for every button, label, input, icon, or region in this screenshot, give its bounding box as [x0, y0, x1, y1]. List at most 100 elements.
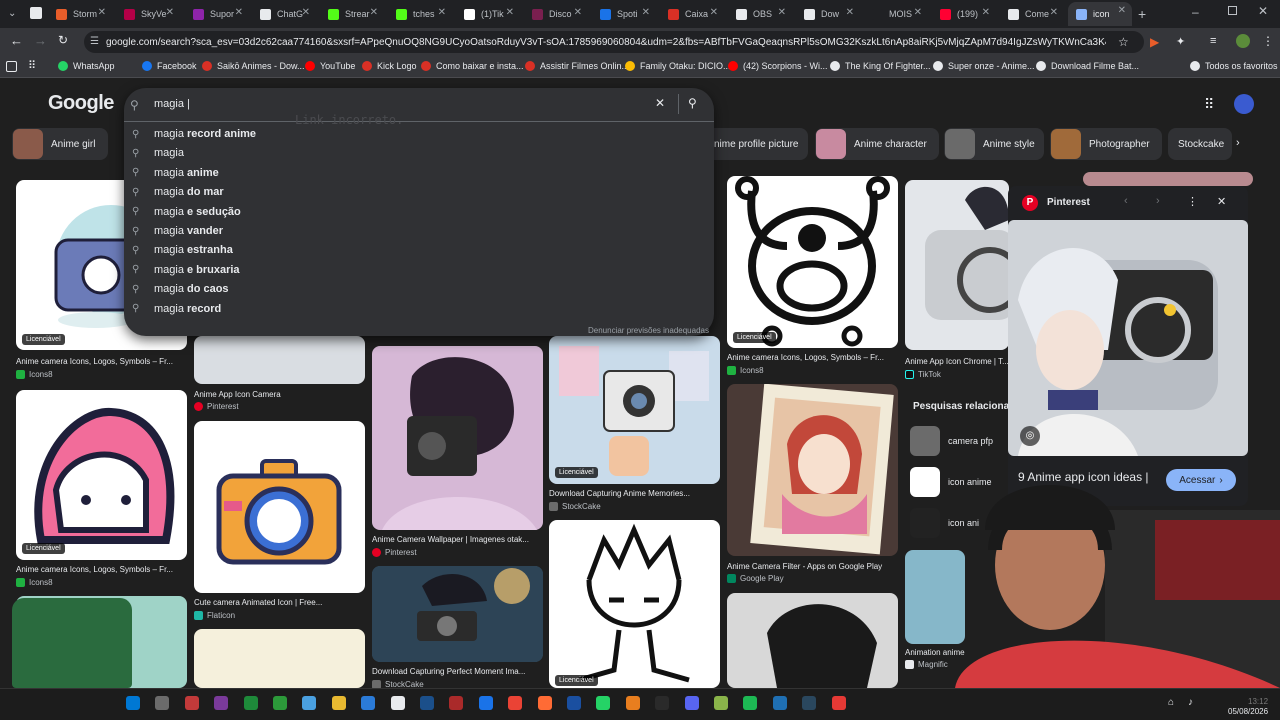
result-caption[interactable]: Anime camera Icons, Logos, Symbols – Fr.…: [16, 357, 188, 366]
tab-close-icon[interactable]: ✕: [438, 7, 446, 18]
tab-0[interactable]: Storm ✕: [48, 4, 112, 24]
tab-1[interactable]: SkyVe ✕: [116, 4, 180, 24]
wifi-icon[interactable]: ⌂: [1168, 697, 1174, 708]
taskbar-app-icon[interactable]: [508, 696, 523, 710]
chip-photographer[interactable]: Photographer: [1050, 128, 1162, 160]
bookmark-item[interactable]: Family Otaku: DICIO...: [625, 61, 731, 71]
tab-4[interactable]: Strear ✕: [320, 4, 384, 24]
taskbar-app-icon[interactable]: [714, 696, 728, 710]
taskbar-app-icon[interactable]: [361, 696, 376, 710]
result-source[interactable]: Pinterest: [372, 548, 417, 557]
tab-close-icon[interactable]: ✕: [302, 7, 310, 18]
result-source[interactable]: Pinterest: [194, 402, 239, 411]
account-avatar[interactable]: [1234, 94, 1254, 114]
tab-close-icon[interactable]: ✕: [982, 7, 990, 18]
result-source[interactable]: Icons8: [16, 370, 53, 379]
result-image-app-icon[interactable]: [194, 336, 365, 384]
result-image-top-right[interactable]: [1083, 172, 1253, 186]
tab-search-icon[interactable]: ⌄: [8, 8, 16, 19]
panel-next-icon[interactable]: ›: [1156, 195, 1160, 207]
report-predictions-link[interactable]: Denunciar previsões inadequadas: [588, 326, 709, 335]
apps-grid-icon[interactable]: ⠿: [28, 59, 36, 72]
panel-more-icon[interactable]: ⋮: [1187, 195, 1198, 208]
result-image-capturing-memories[interactable]: [549, 336, 720, 484]
taskbar-app-icon[interactable]: [302, 696, 317, 710]
chip-anime-character[interactable]: Anime character: [815, 128, 939, 160]
taskbar-app-icon[interactable]: [184, 696, 199, 710]
reload-icon[interactable]: ↻: [58, 33, 68, 47]
chip-stockcake[interactable]: Stockcake: [1168, 128, 1232, 160]
url-text[interactable]: google.com/search?sca_esv=03d2c62caa7741…: [106, 37, 1106, 48]
panel-close-icon[interactable]: ✕: [1217, 195, 1226, 208]
taskbar-app-icon[interactable]: [684, 696, 699, 710]
tab-close-icon[interactable]: ✕: [1118, 5, 1126, 16]
tab-close-icon[interactable]: ✕: [642, 7, 650, 18]
tab-15[interactable]: icon ✕: [1068, 2, 1132, 26]
tab-close-icon[interactable]: ✕: [710, 7, 718, 18]
tab-11[interactable]: Dow ✕: [796, 4, 860, 24]
bookmark-item[interactable]: Download Filme Bat...: [1036, 61, 1139, 71]
bookmark-item[interactable]: (42) Scorpions - Wi...: [728, 61, 828, 71]
tab-12[interactable]: MOIS ✕: [864, 4, 928, 24]
tab-close-icon[interactable]: ✕: [846, 7, 854, 18]
taskbar-app-icon[interactable]: [478, 696, 493, 710]
result-image-pink-face[interactable]: [16, 390, 187, 560]
google-logo[interactable]: Google: [48, 92, 114, 115]
tab-14[interactable]: Come ✕: [1000, 4, 1064, 24]
result-source[interactable]: Google Play: [727, 574, 784, 583]
bookmark-star-icon[interactable]: ☆: [1118, 35, 1129, 49]
taskbar-app-icon[interactable]: [126, 696, 140, 710]
bookmark-item[interactable]: Como baixar e insta...: [421, 61, 524, 71]
tab-close-icon[interactable]: ✕: [778, 7, 786, 18]
search-input[interactable]: magia |: [154, 98, 190, 110]
result-image-kuromi-lineart[interactable]: [727, 176, 898, 348]
search-suggestion[interactable]: ⚲ magia do mar: [132, 183, 224, 201]
result-source[interactable]: TikTok: [905, 370, 941, 379]
search-suggestion[interactable]: ⚲ magia do caos: [132, 280, 229, 298]
result-source[interactable]: Magnific: [905, 660, 948, 669]
taskbar-app-icon[interactable]: [243, 696, 258, 710]
search-suggestion[interactable]: ⚲ magia record: [132, 300, 221, 318]
taskbar-app-icon[interactable]: [155, 696, 170, 710]
taskbar-app-icon[interactable]: [655, 696, 670, 710]
taskbar-app-icon[interactable]: [743, 696, 758, 710]
sidebar-toggle-icon[interactable]: [6, 61, 17, 72]
result-caption[interactable]: Anime App Icon Camera: [194, 390, 366, 399]
tab-close-icon[interactable]: ✕: [1050, 7, 1058, 18]
system-clock[interactable]: 13:12 05/08/2026: [1228, 697, 1268, 717]
pinterest-preview-image[interactable]: [1008, 220, 1248, 456]
result-image-anime-wallpaper[interactable]: [372, 346, 543, 530]
chip-anime-girl[interactable]: Anime girl: [12, 128, 108, 160]
clear-search-icon[interactable]: ✕: [655, 96, 665, 110]
result-caption[interactable]: Download Capturing Anime Memories...: [549, 489, 721, 498]
media-control-icon[interactable]: ≡: [1210, 35, 1216, 47]
search-suggestion[interactable]: ⚲ magia e sedução: [132, 203, 241, 221]
bookmark-item[interactable]: Kick Logo: [362, 61, 417, 71]
tab-close-icon[interactable]: ✕: [235, 7, 243, 18]
result-image-manga-panel[interactable]: [727, 593, 898, 688]
tab-close-icon[interactable]: ✕: [370, 7, 378, 18]
taskbar-app-icon[interactable]: [449, 696, 464, 710]
result-image-camera-filter[interactable]: [727, 384, 898, 556]
tab-13[interactable]: (199) ✕: [932, 4, 996, 24]
result-caption[interactable]: Anime camera Icons, Logos, Symbols – Fr.…: [16, 565, 188, 574]
taskbar-app-icon[interactable]: [420, 696, 434, 710]
search-suggestion[interactable]: ⚲ magia anime: [132, 164, 219, 182]
result-image-partial-cream[interactable]: [194, 629, 365, 688]
back-icon[interactable]: ←: [10, 33, 23, 48]
result-caption[interactable]: Anime App Icon Chrome | T...: [905, 357, 1009, 366]
bookmark-item[interactable]: The King Of Fighter...: [830, 61, 931, 71]
bookmark-item[interactable]: YouTube: [305, 61, 355, 71]
result-image-app-icon-chrome[interactable]: [905, 180, 1009, 350]
tab-7[interactable]: Disco ✕: [524, 4, 588, 24]
tab-5[interactable]: tches ✕: [388, 4, 452, 24]
taskbar-app-icon[interactable]: [596, 696, 611, 710]
taskbar-app-icon[interactable]: [390, 696, 405, 710]
tab-close-icon[interactable]: ✕: [166, 7, 174, 18]
tab-6[interactable]: (1)Tik ✕: [456, 4, 520, 24]
taskbar-app-icon[interactable]: [772, 696, 787, 710]
taskbar-app-icon[interactable]: [214, 696, 229, 710]
result-caption[interactable]: Anime Camera Wallpaper | Imagenes otak..…: [372, 535, 544, 544]
tab-close-icon[interactable]: ✕: [506, 7, 514, 18]
volume-icon[interactable]: ♪: [1188, 697, 1193, 708]
